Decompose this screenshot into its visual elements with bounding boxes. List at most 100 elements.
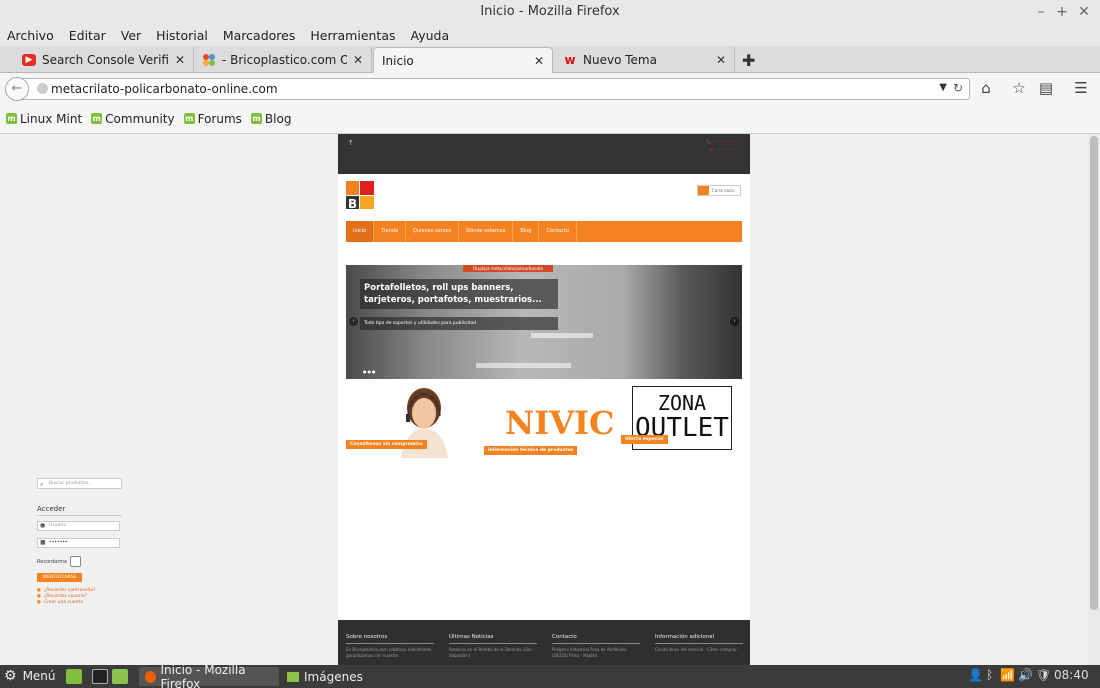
slider-prev-icon[interactable]: ‹ <box>349 317 358 326</box>
svg-text:B: B <box>348 197 357 211</box>
url-text: metacrilato-policarbonato-online.com <box>51 82 278 96</box>
folder-icon <box>287 671 299 682</box>
bookmark-blog[interactable]: m Blog <box>250 112 291 126</box>
site-logo[interactable]: B <box>346 181 374 212</box>
nav-inicio[interactable]: Inicio <box>346 221 375 242</box>
nav-quienes-somos[interactable]: Quienes somos <box>406 221 460 242</box>
home-icon[interactable]: ⌂ <box>976 79 996 97</box>
search-icon: ⌕ <box>40 481 44 488</box>
tab-close-icon[interactable]: ✕ <box>175 53 185 67</box>
start-menu-button[interactable]: ⚙ Menú <box>4 668 56 684</box>
nivic-logo[interactable]: NIVIC <box>505 404 614 442</box>
page-scrollbar[interactable] <box>1088 134 1100 665</box>
nav-donde-estamos[interactable]: Dónde estamos <box>459 221 514 242</box>
cart-icon <box>698 186 709 195</box>
minimize-icon[interactable]: – <box>1031 0 1051 24</box>
terminal-icon[interactable] <box>92 669 108 684</box>
password-field[interactable]: ■ ••••••• <box>37 538 120 548</box>
forgot-username-link[interactable]: ¿Recordar usuario? <box>37 594 87 599</box>
mint-icon: m <box>183 113 195 124</box>
site-main-nav: Inicio Tienda Quienes somos Dónde estamo… <box>346 221 742 242</box>
promo-label-consultenos: Consúltenos sin compromiso <box>346 440 427 449</box>
nav-contacto[interactable]: Contacto <box>539 221 577 242</box>
slider-tag <box>531 333 593 338</box>
forgot-password-link[interactable]: ¿Recordar contraseña? <box>37 588 96 593</box>
navigation-bar: metacrilato-policarbonato-online.com ▼ ↻… <box>0 74 1100 104</box>
shield-icon[interactable]: 🛡 <box>1036 668 1051 682</box>
cart-widget[interactable]: Carro vacío <box>697 185 741 196</box>
product-search-input[interactable]: ⌕ Buscar productos... <box>37 478 122 489</box>
firefox-icon <box>145 670 156 683</box>
bookmark-community[interactable]: m Community <box>91 112 175 126</box>
menu-herramientas[interactable]: Herramientas <box>310 28 395 43</box>
menu-ayuda[interactable]: Ayuda <box>411 28 450 43</box>
show-desktop-icon[interactable] <box>66 669 82 684</box>
tab-nuevo-tema[interactable]: ᴡ Nuevo Tema ✕ <box>555 47 735 73</box>
remember-me: Recordarme <box>37 556 82 567</box>
menu-ver[interactable]: Ver <box>121 28 141 43</box>
tab-inicio[interactable]: Inicio ✕ <box>373 47 553 73</box>
joomla-icon <box>202 54 216 66</box>
bookmark-linux-mint[interactable]: m Linux Mint <box>6 112 82 126</box>
contact-info: 📞 ·········· ········· ✉ ················… <box>706 140 742 153</box>
bookmark-forums[interactable]: m Forums <box>183 112 242 126</box>
files-icon[interactable] <box>112 669 128 684</box>
url-dropdown-icon[interactable]: ▼ <box>939 82 947 93</box>
menu-marcadores[interactable]: Marcadores <box>223 28 296 43</box>
hero-slider[interactable]: Displays metacrilato/policarbonato Porta… <box>346 265 742 379</box>
wifi-icon[interactable]: 📶 <box>1000 668 1015 682</box>
bookmark-star-icon[interactable]: ☆ <box>1009 79 1029 97</box>
menu-archivo[interactable]: Archivo <box>7 28 54 43</box>
slider-next-icon[interactable]: › <box>730 317 739 326</box>
close-icon[interactable]: ✕ <box>1074 0 1094 24</box>
clock[interactable]: 08:40 <box>1054 668 1089 682</box>
footer-col-contacto: Contacto Polígono Industrial Área de And… <box>552 634 640 659</box>
mint-icon: m <box>6 113 17 124</box>
promo-label-oferta: Oferta especial <box>621 435 668 444</box>
maximize-icon[interactable]: + <box>1052 0 1072 24</box>
footer-col-informacion-adicional: Información adicional Condiciones del se… <box>655 634 743 653</box>
tab-bar: ▶ Search Console Verificar ... ✕ - Brico… <box>0 46 1100 73</box>
slider-dots[interactable]: ●●● <box>363 369 376 374</box>
back-button[interactable]: ← <box>5 77 29 101</box>
remember-checkbox[interactable] <box>70 556 82 567</box>
volume-icon[interactable]: 🔊 <box>1018 668 1033 682</box>
gear-icon: ⚙ <box>4 668 17 684</box>
wordpress-w-icon: ᴡ <box>564 53 576 67</box>
url-bar[interactable]: metacrilato-policarbonato-online.com ▼ ↻ <box>22 78 970 100</box>
reload-icon[interactable]: ↻ <box>953 81 963 95</box>
taskbar-window-firefox[interactable]: Inicio - Mozilla Firefox <box>139 663 279 688</box>
scrollbar-thumb[interactable] <box>1090 136 1098 610</box>
tab-close-icon[interactable]: ✕ <box>716 53 726 67</box>
login-button[interactable]: IDENTIFICARSE <box>37 573 82 582</box>
taskbar-window-imagenes[interactable]: Imágenes <box>281 667 401 686</box>
bluetooth-icon[interactable]: ᛒ <box>986 668 993 682</box>
page-viewport: ⌕ Buscar productos... Acceder ● Usuario … <box>0 134 1088 665</box>
nav-tienda[interactable]: Tienda <box>374 221 407 242</box>
tab-bricoplastico[interactable]: - Bricoplastico.com On Li... ✕ <box>194 47 372 73</box>
arrow-up-icon[interactable]: ↑ <box>348 139 354 147</box>
menu-historial[interactable]: Historial <box>156 28 208 43</box>
tab-close-icon[interactable]: ✕ <box>534 54 544 68</box>
username-field[interactable]: ● Usuario <box>37 521 120 531</box>
hamburger-menu-icon[interactable]: ☰ <box>1071 79 1091 97</box>
footer-col-ultimas-noticias: Últimas Noticias Aravicus en el Rombo de… <box>449 634 537 659</box>
create-account-link[interactable]: Crear una cuenta <box>37 600 83 605</box>
window-title: Inicio - Mozilla Firefox <box>480 4 620 19</box>
youtube-icon: ▶ <box>22 54 36 66</box>
reading-list-icon[interactable]: ▤ <box>1036 79 1056 97</box>
new-tab-icon[interactable]: ✚ <box>742 51 755 70</box>
promo-consultenos[interactable]: Consúltenos sin compromiso <box>346 386 451 458</box>
footer-col-sobre-nosotros: Sobre nosotros En Bricoplastico.com plás… <box>346 634 434 658</box>
login-title: Acceder <box>37 505 122 516</box>
tab-close-icon[interactable]: ✕ <box>353 53 363 67</box>
nav-blog[interactable]: Blog <box>513 221 540 242</box>
menu-editar[interactable]: Editar <box>69 28 106 43</box>
user-icon[interactable]: 👤 <box>968 668 983 682</box>
slider-ribbon: Displays metacrilato/policarbonato <box>463 265 553 272</box>
menu-bar: Archivo Editar Ver Historial Marcadores … <box>0 24 1100 46</box>
site-topbar: ↑ 📞 ·········· ········· ✉ ··············… <box>338 134 750 174</box>
bookmarks-bar: m Linux Mint m Community m Forums m Blog <box>0 104 1100 134</box>
slider-headline: Portafolletos, roll ups banners, tarjete… <box>360 279 558 309</box>
tab-search-console[interactable]: ▶ Search Console Verificar ... ✕ <box>14 47 194 73</box>
